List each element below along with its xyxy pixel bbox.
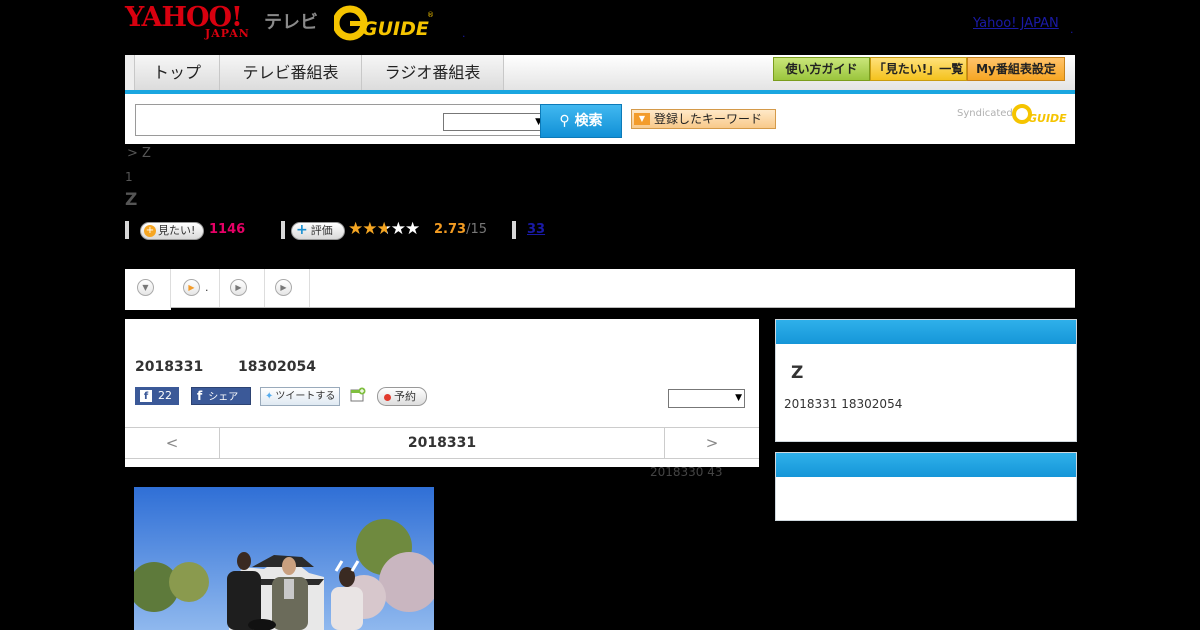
- page-title: Z: [125, 190, 138, 210]
- sidebar-box-header: [776, 320, 1076, 344]
- facebook-icon: f: [140, 390, 152, 402]
- registered-keywords-button[interactable]: ▼ 登録したキーワード: [631, 109, 776, 129]
- facebook-share-button[interactable]: f シェア: [191, 387, 251, 405]
- channel-select[interactable]: ▼: [668, 389, 745, 408]
- rate-label: 評価: [310, 224, 333, 237]
- yahoo-japan-logo-text: JAPAN: [205, 27, 250, 40]
- search-bar: ▼ ⚲ 検索 ▼ 登録したキーワード Syndicated GUIDE: [125, 94, 1075, 144]
- star-icon: ★: [376, 219, 392, 239]
- star-icon: ★: [390, 219, 406, 239]
- registered-keywords-label: 登録したキーワード: [654, 112, 763, 126]
- gguide-logo[interactable]: GUIDE ®: [334, 5, 434, 41]
- air-date: 2018331: [135, 359, 204, 375]
- chevron-down-icon: ▼: [735, 393, 742, 403]
- facebook-icon: f: [197, 389, 203, 403]
- chevron-down-icon: ▼: [137, 279, 154, 296]
- sidebar-box-header: [776, 453, 1076, 477]
- tv-logo-text[interactable]: テレビ: [264, 8, 318, 34]
- yahoo-japan-link[interactable]: Yahoo! JAPAN: [973, 16, 1059, 31]
- search-icon: ⚲: [559, 113, 570, 129]
- my-schedule-settings-button[interactable]: My番組表設定: [967, 57, 1065, 81]
- air-time: 18302054: [238, 359, 316, 375]
- tab-cast[interactable]: ▶: [220, 269, 265, 307]
- rating-max: /15: [466, 222, 487, 237]
- stat-divider: [512, 221, 516, 239]
- episode-count: 1: [125, 170, 133, 184]
- facebook-share-label: シェア: [208, 392, 239, 403]
- rating-stars: ★★★★★: [348, 219, 420, 239]
- header-dot: .: [462, 27, 466, 40]
- tab-episodes[interactable]: ▶ .: [171, 269, 220, 307]
- facebook-count-value: 22: [158, 389, 172, 402]
- reserve-label: 予約: [394, 390, 416, 403]
- sidebar-secondary-box: [775, 452, 1077, 521]
- twitter-bird-icon: ✦: [265, 391, 274, 402]
- facebook-like-count[interactable]: f 22: [135, 387, 179, 405]
- play-icon: ▶: [275, 279, 292, 296]
- program-photo[interactable]: [134, 487, 434, 630]
- sidebar-program-datetime: 2018331 18302054: [784, 397, 903, 411]
- tweet-label: ツイートする: [275, 391, 336, 402]
- nav-tab-top[interactable]: トップ: [135, 55, 220, 90]
- star-icon: ★: [348, 219, 363, 239]
- broadcast-panel: 2018331 18302054 f 22 f シェア ✦ ツイートする 予約 ▼ <…: [125, 319, 759, 467]
- nav-tab-radio-schedule[interactable]: ラジオ番組表: [362, 55, 504, 90]
- previous-broadcast-info: 2018330 43: [650, 465, 723, 479]
- plus-icon: +: [144, 225, 156, 237]
- star-icon: ★: [405, 219, 420, 239]
- search-button[interactable]: ⚲ 検索: [540, 104, 622, 138]
- breadcrumb[interactable]: > Z: [127, 146, 151, 161]
- search-category-select[interactable]: ▼: [443, 113, 545, 131]
- date-navigation: < 2018331 >: [125, 427, 759, 459]
- search-button-label: 検索: [574, 113, 603, 129]
- svg-text:®: ®: [427, 11, 434, 19]
- stat-divider: [125, 221, 129, 239]
- record-dot-icon: [384, 393, 391, 401]
- mitai-button[interactable]: + 見たい!: [140, 222, 204, 240]
- prev-date-button[interactable]: <: [125, 428, 220, 458]
- mitai-count: 1146: [209, 222, 246, 237]
- syndicated-text: Syndicated: [957, 108, 1013, 119]
- reviews-link[interactable]: 33: [527, 222, 545, 237]
- play-icon: ▶: [230, 279, 247, 296]
- search-input[interactable]: ▼: [135, 104, 545, 136]
- svg-text:GUIDE: GUIDE: [362, 18, 429, 40]
- content-tabs: ▼ ▶ . ▶ ▶: [125, 269, 1075, 310]
- nav-tab-tv-schedule[interactable]: テレビ番組表: [220, 55, 362, 90]
- rating-score: 2.73/15: [434, 222, 487, 237]
- tab-overview[interactable]: ▼: [125, 269, 171, 310]
- triangle-down-icon: ▼: [634, 113, 650, 125]
- sidebar-program-box: Z 2018331 18302054: [775, 319, 1077, 442]
- next-date-button[interactable]: >: [664, 428, 759, 458]
- play-icon: ▶: [183, 279, 200, 296]
- rate-button[interactable]: + 評価: [291, 222, 345, 240]
- gguide-small-logo: GUIDE: [1012, 104, 1067, 125]
- stat-divider: [281, 221, 285, 239]
- nav-edge: [125, 55, 135, 90]
- main-nav: トップ テレビ番組表 ラジオ番組表 使い方ガイド 「見たい!」一覧 My番組表設…: [125, 55, 1075, 94]
- svg-text:GUIDE: GUIDE: [1028, 112, 1067, 125]
- plus-icon: +: [296, 222, 308, 238]
- current-date: 2018331: [407, 435, 477, 451]
- tab-episodes-label: .: [205, 281, 209, 294]
- star-icon: ★: [362, 219, 377, 239]
- sidebar-program-title[interactable]: Z: [791, 363, 803, 383]
- tab-related[interactable]: ▶: [265, 269, 310, 307]
- tweet-button[interactable]: ✦ ツイートする: [260, 387, 340, 406]
- add-to-calendar-icon[interactable]: [350, 387, 366, 403]
- mitai-list-button[interactable]: 「見たい!」一覧: [870, 57, 967, 81]
- guide-button[interactable]: 使い方ガイド: [773, 57, 870, 81]
- reserve-button[interactable]: 予約: [377, 387, 427, 406]
- header-dot-right: .: [1070, 23, 1074, 36]
- mitai-label: 見たい!: [158, 224, 196, 237]
- rating-value: 2.73: [434, 222, 467, 237]
